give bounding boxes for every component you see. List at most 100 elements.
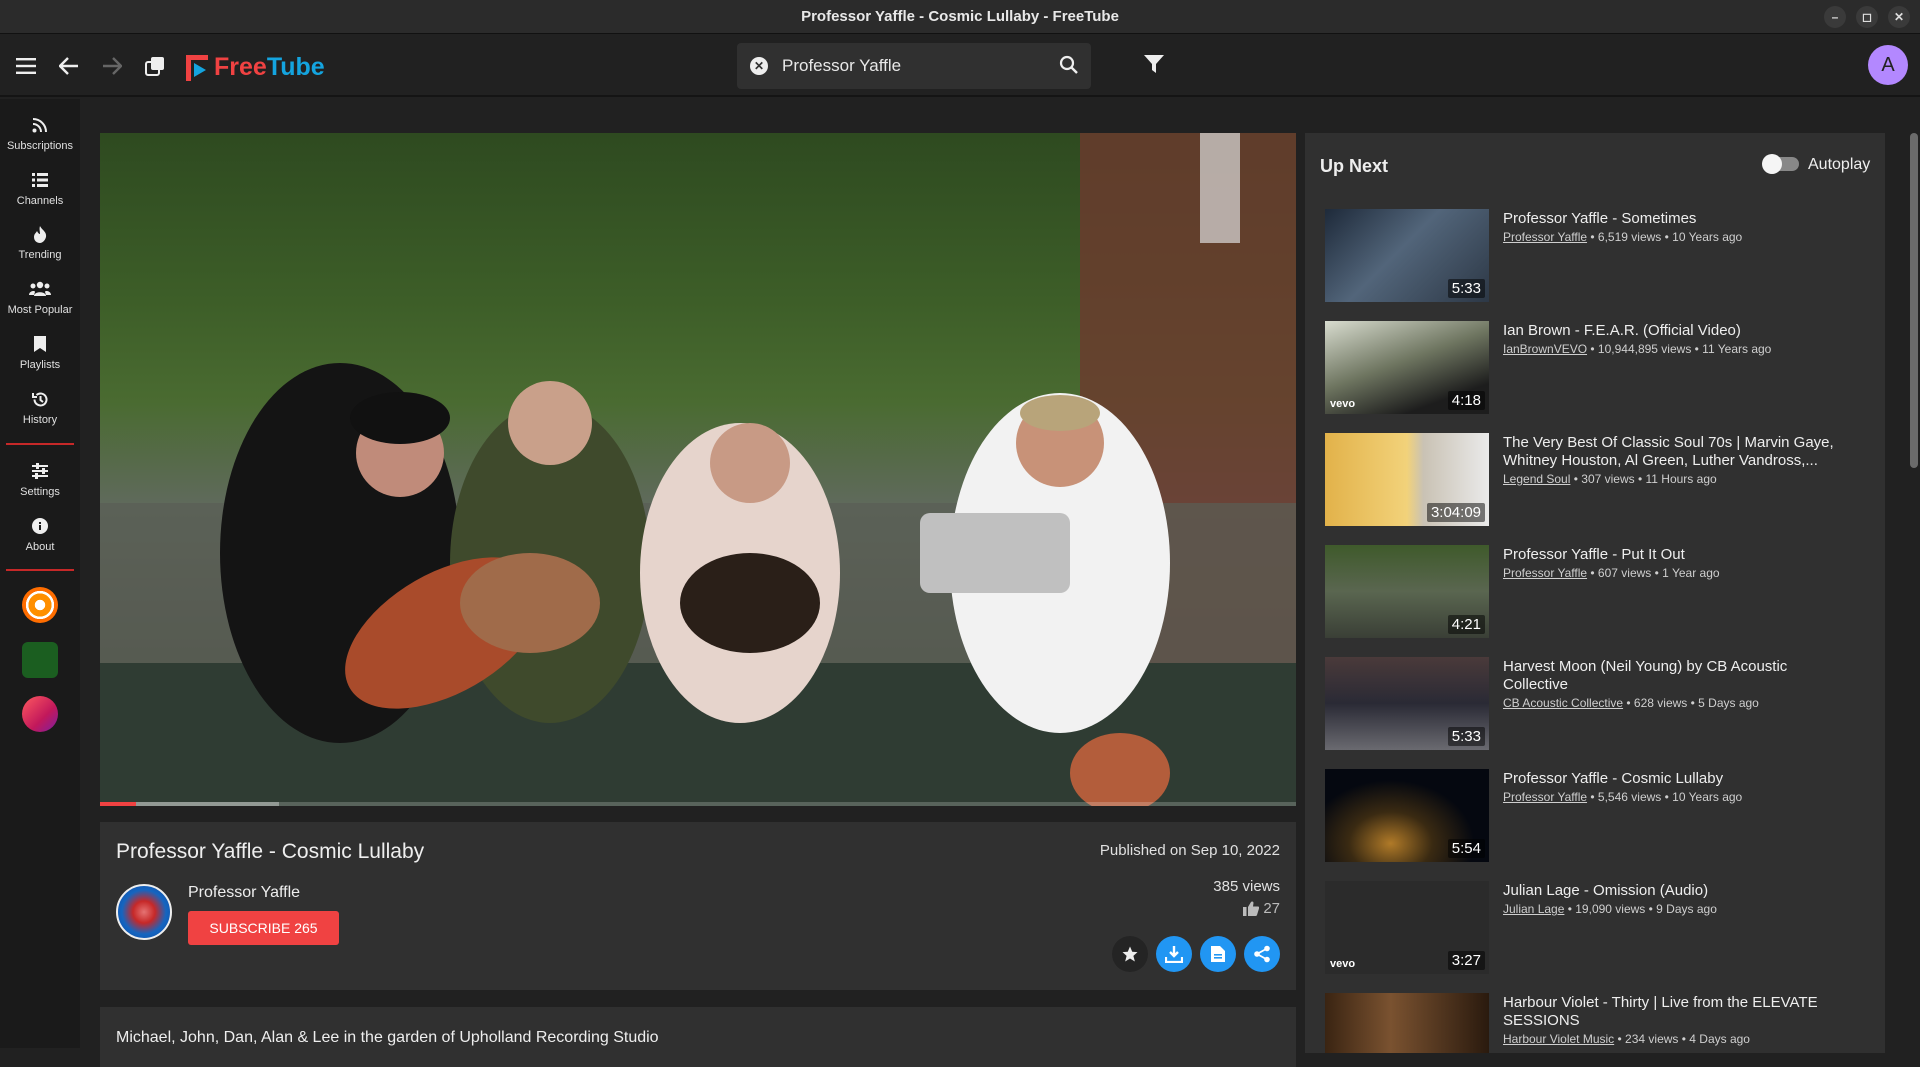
close-icon[interactable]: ✕ — [1888, 6, 1910, 28]
up-next-item[interactable]: 5:33 Harvest Moon (Neil Young) by CB Aco… — [1325, 657, 1865, 751]
video-duration: 4:21 — [1447, 615, 1485, 634]
up-next-title: Up Next — [1320, 156, 1389, 176]
favorite-button[interactable] — [1112, 936, 1148, 972]
video-item-meta: Julian Lage • 19,090 views • 9 Days ago — [1503, 902, 1717, 916]
sidebar: Subscriptions Channels Trending Most Pop… — [0, 99, 80, 1048]
clear-search-icon[interactable]: ✕ — [750, 57, 768, 75]
video-progress-bar[interactable] — [100, 802, 1296, 806]
filter-icon[interactable] — [1143, 53, 1165, 80]
video-item-channel[interactable]: Professor Yaffle — [1503, 566, 1587, 580]
video-item-meta: Legend Soul • 307 views • 11 Hours ago — [1503, 472, 1717, 486]
forward-arrow-icon[interactable] — [97, 51, 127, 81]
sidebar-item-label: Trending — [18, 249, 62, 261]
video-duration: 5:33 — [1447, 727, 1485, 746]
video-item-channel[interactable]: Julian Lage — [1503, 902, 1564, 916]
video-item-stats: • 607 views • 1 Year ago — [1587, 566, 1720, 580]
video-item-meta: Harbour Violet Music • 234 views • 4 Day… — [1503, 1032, 1750, 1046]
download-button[interactable] — [1156, 936, 1192, 972]
video-item-title[interactable]: Ian Brown - F.E.A.R. (Official Video) — [1503, 322, 1853, 340]
video-item-channel[interactable]: CB Acoustic Collective — [1503, 696, 1623, 710]
freetube-logo[interactable]: FreeTube — [186, 53, 325, 82]
video-item-stats: • 19,090 views • 9 Days ago — [1564, 902, 1717, 916]
sidebar-item-about[interactable]: About — [0, 515, 80, 553]
sidebar-item-label: History — [22, 414, 58, 426]
video-item-channel[interactable]: Harbour Violet Music — [1503, 1032, 1614, 1046]
back-arrow-icon[interactable] — [54, 51, 84, 81]
channel-avatar[interactable] — [116, 884, 172, 940]
video-duration: 3:04:09 — [1426, 503, 1485, 522]
video-item-stats: • 628 views • 5 Days ago — [1623, 696, 1759, 710]
app-shortcut-green-icon[interactable] — [22, 642, 58, 678]
up-next-item[interactable]: vevo 3:27 Julian Lage - Omission (Audio)… — [1325, 881, 1865, 975]
app-shortcut-pink-icon[interactable] — [22, 696, 58, 732]
video-item-title[interactable]: Professor Yaffle - Sometimes — [1503, 210, 1853, 228]
video-item-title[interactable]: Harbour Violet - Thirty | Live from the … — [1503, 994, 1853, 1030]
users-icon — [0, 278, 80, 300]
video-item-channel[interactable]: Legend Soul — [1503, 472, 1570, 486]
video-item-title[interactable]: Harvest Moon (Neil Young) by CB Acoustic… — [1503, 658, 1853, 694]
subscribe-button[interactable]: SUBSCRIBE 265 — [188, 911, 339, 945]
vevo-badge: vevo — [1330, 398, 1356, 410]
video-thumbnail[interactable]: 5:33 — [1325, 209, 1489, 302]
search-input[interactable] — [782, 53, 1042, 79]
video-thumbnail[interactable]: 5:54 — [1325, 769, 1489, 862]
menu-icon[interactable] — [11, 51, 41, 81]
video-item-channel[interactable]: Professor Yaffle — [1503, 790, 1587, 804]
sidebar-item-subscriptions[interactable]: Subscriptions — [0, 114, 80, 152]
sidebar-item-history[interactable]: History — [0, 388, 80, 426]
video-item-stats: • 234 views • 4 Days ago — [1614, 1032, 1750, 1046]
search-icon[interactable] — [1059, 55, 1079, 80]
sliders-icon — [0, 460, 80, 482]
list-icon — [0, 169, 80, 191]
page-scrollbar[interactable] — [1910, 133, 1918, 468]
video-item-channel[interactable]: Professor Yaffle — [1503, 230, 1587, 244]
video-item-meta: Professor Yaffle • 6,519 views • 10 Year… — [1503, 230, 1742, 244]
video-thumbnail[interactable] — [1325, 993, 1489, 1053]
top-navbar: FreeTube ✕ A — [0, 35, 1920, 97]
video-item-title[interactable]: Julian Lage - Omission (Audio) — [1503, 882, 1853, 900]
video-duration: 5:33 — [1447, 279, 1485, 298]
sidebar-item-label: Most Popular — [7, 304, 73, 316]
video-thumbnail[interactable]: 4:21 — [1325, 545, 1489, 638]
thumbs-up-icon — [1243, 901, 1260, 916]
up-next-item[interactable]: 5:54 Professor Yaffle - Cosmic Lullaby P… — [1325, 769, 1865, 863]
app-shortcut-orange-icon[interactable] — [22, 587, 58, 623]
video-actions — [1112, 936, 1280, 972]
open-file-button[interactable] — [1200, 936, 1236, 972]
up-next-item[interactable]: 3:04:09 The Very Best Of Classic Soul 70… — [1325, 433, 1865, 527]
sidebar-item-label: Subscriptions — [6, 140, 74, 152]
video-player[interactable] — [100, 133, 1296, 806]
up-next-item[interactable]: 4:21 Professor Yaffle - Put It Out Profe… — [1325, 545, 1865, 639]
vevo-badge: vevo — [1330, 958, 1356, 970]
video-thumbnail[interactable]: 3:04:09 — [1325, 433, 1489, 526]
sidebar-item-channels[interactable]: Channels — [0, 169, 80, 207]
new-window-icon[interactable] — [140, 51, 170, 81]
sidebar-divider — [6, 569, 74, 571]
share-button[interactable] — [1244, 936, 1280, 972]
up-next-item[interactable]: vevo 4:18 Ian Brown - F.E.A.R. (Official… — [1325, 321, 1865, 415]
video-item-title[interactable]: Professor Yaffle - Put It Out — [1503, 546, 1853, 564]
channel-name[interactable]: Professor Yaffle — [188, 884, 300, 902]
video-item-title[interactable]: The Very Best Of Classic Soul 70s | Marv… — [1503, 434, 1853, 470]
rss-icon — [0, 114, 80, 136]
up-next-item[interactable]: Harbour Violet - Thirty | Live from the … — [1325, 993, 1865, 1053]
video-item-title[interactable]: Professor Yaffle - Cosmic Lullaby — [1503, 770, 1853, 788]
video-title: Professor Yaffle - Cosmic Lullaby — [116, 840, 425, 863]
video-item-channel[interactable]: IanBrownVEVO — [1503, 342, 1587, 356]
up-next-item[interactable]: 5:33 Professor Yaffle - Sometimes Profes… — [1325, 209, 1865, 303]
video-item-meta: Professor Yaffle • 607 views • 1 Year ag… — [1503, 566, 1720, 580]
video-thumbnail[interactable]: 5:33 — [1325, 657, 1489, 750]
video-thumbnail[interactable]: vevo 3:27 — [1325, 881, 1489, 974]
autoplay-toggle[interactable] — [1762, 154, 1799, 174]
minimize-icon[interactable]: – — [1824, 6, 1846, 28]
video-description-card: Michael, John, Dan, Alan & Lee in the ga… — [100, 1007, 1296, 1067]
sidebar-item-settings[interactable]: Settings — [0, 460, 80, 498]
maximize-icon[interactable]: ◻ — [1856, 6, 1878, 28]
sidebar-item-playlists[interactable]: Playlists — [0, 333, 80, 371]
sidebar-item-most-popular[interactable]: Most Popular — [0, 278, 80, 316]
profile-avatar[interactable]: A — [1868, 45, 1908, 85]
video-thumbnail[interactable]: vevo 4:18 — [1325, 321, 1489, 414]
sidebar-item-label: Playlists — [19, 359, 61, 371]
sidebar-item-trending[interactable]: Trending — [0, 223, 80, 261]
video-item-stats: • 5,546 views • 10 Years ago — [1587, 790, 1743, 804]
